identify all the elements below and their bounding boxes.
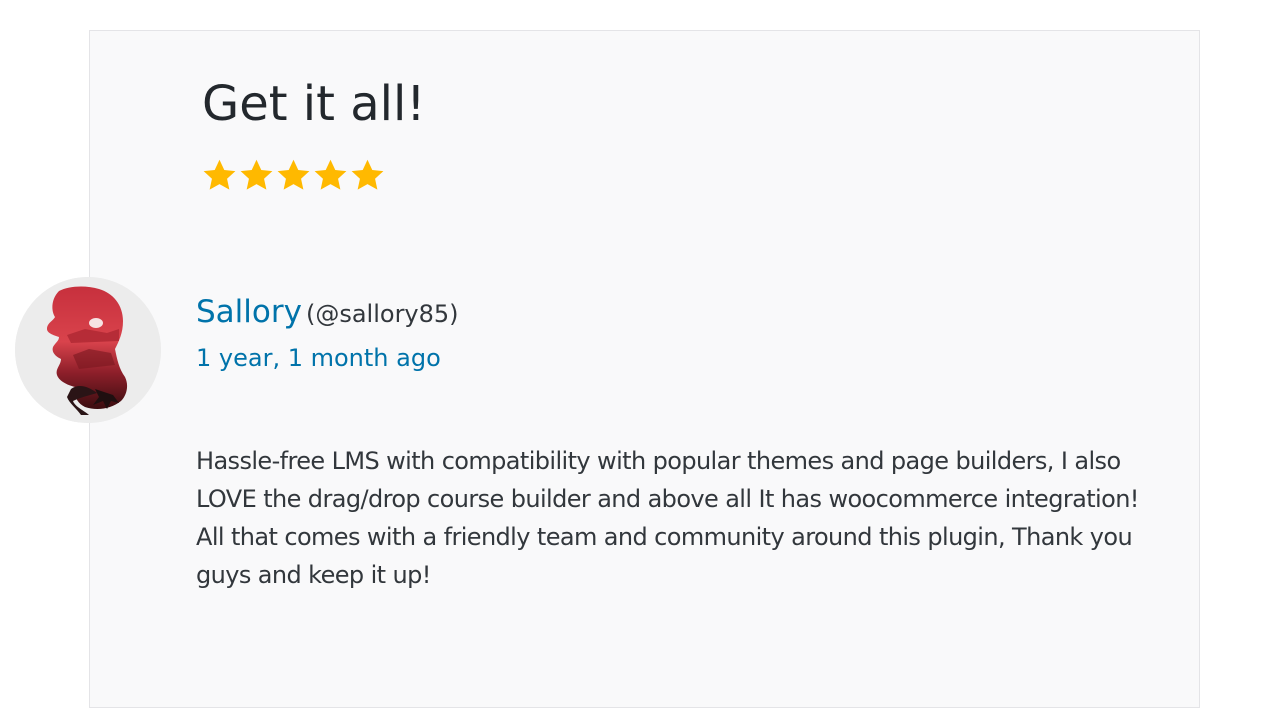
star-icon bbox=[277, 159, 310, 190]
star-icon bbox=[351, 159, 384, 190]
review-date-link[interactable]: 1 year, 1 month ago bbox=[196, 340, 441, 376]
silhouette-avatar-icon bbox=[15, 277, 161, 423]
star-icon bbox=[203, 159, 236, 190]
star-icon bbox=[240, 159, 273, 190]
review-paragraph: All that comes with a friendly team and … bbox=[196, 523, 1133, 589]
review-paragraph: Hassle-free LMS with compatibility with … bbox=[196, 447, 1139, 513]
author-line: Sallory (@sallory85) bbox=[196, 290, 459, 339]
review-body: Hassle-free LMS with compatibility with … bbox=[196, 442, 1156, 594]
author-name-link[interactable]: Sallory bbox=[196, 294, 302, 330]
star-icon bbox=[314, 159, 347, 190]
review-title: Get it all! bbox=[202, 76, 426, 132]
author-avatar[interactable] bbox=[15, 277, 161, 423]
author-handle: (@sallory85) bbox=[305, 300, 459, 328]
star-rating bbox=[201, 157, 386, 194]
